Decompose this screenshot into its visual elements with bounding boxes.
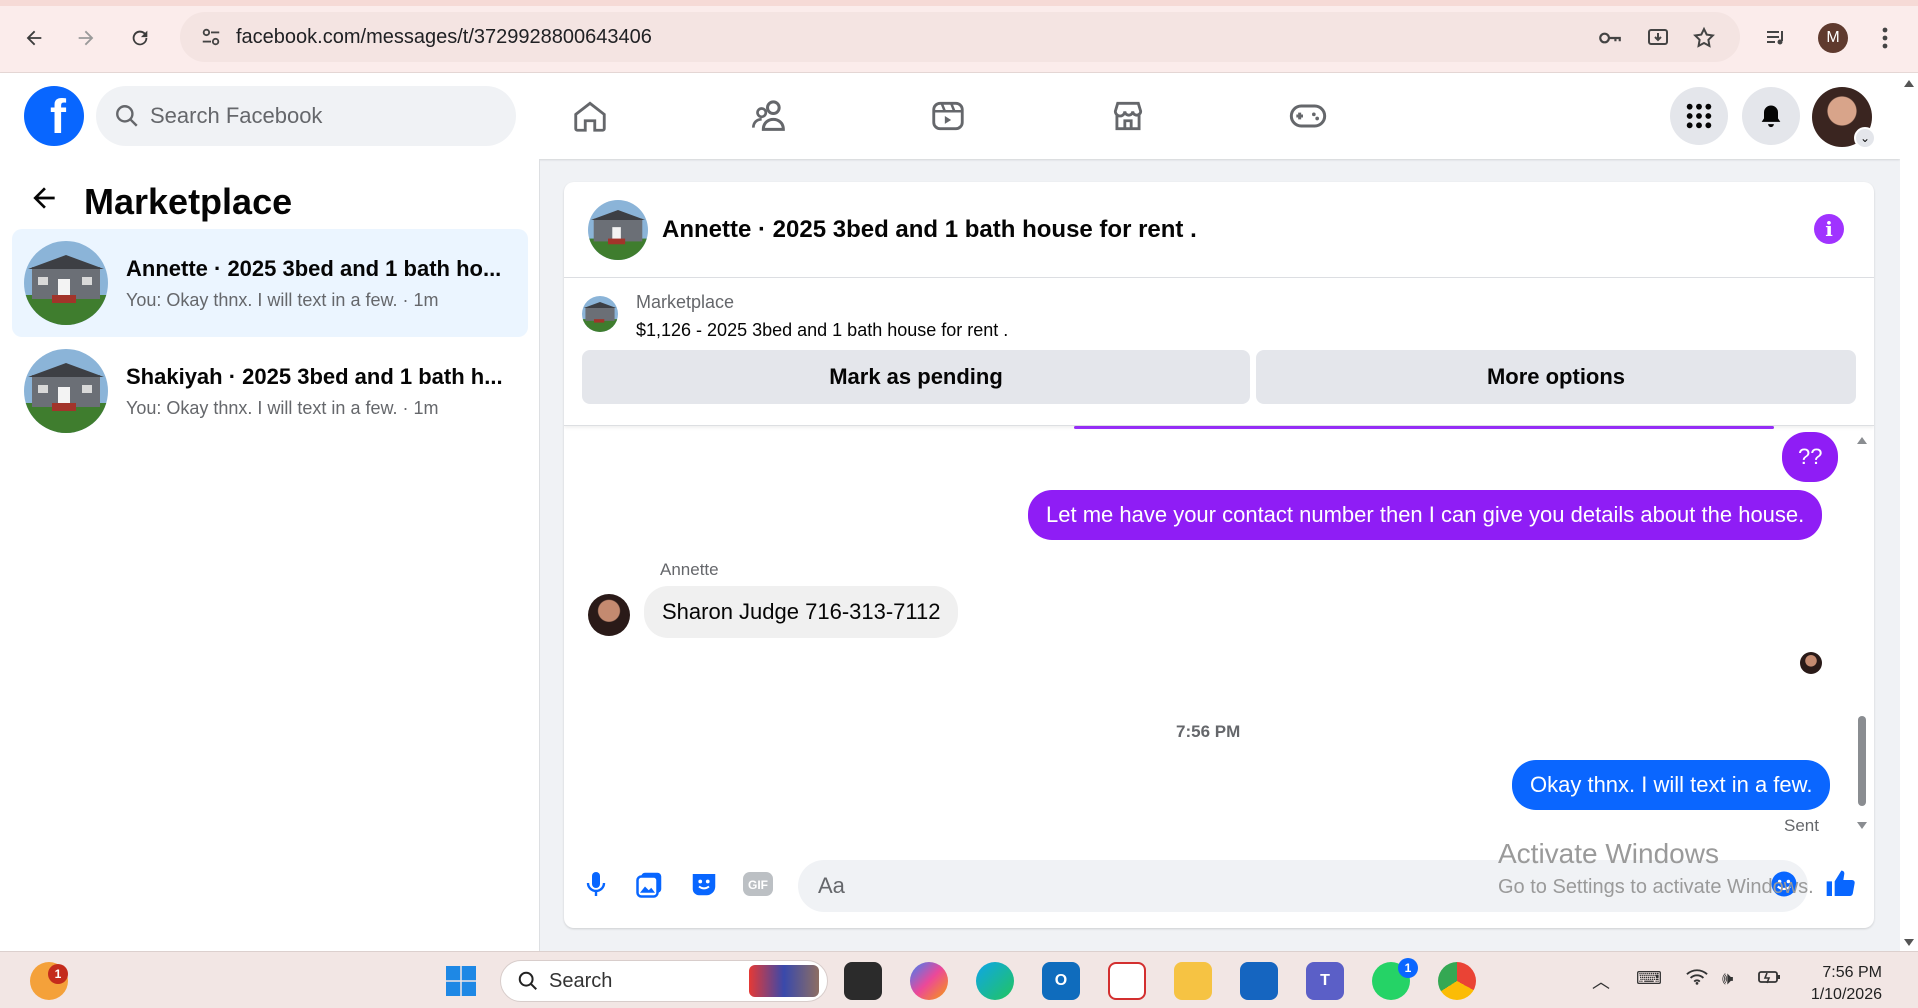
search-icon (116, 105, 138, 127)
page-title: Marketplace (84, 181, 293, 222)
message-thread: ?? Let me have your contact number then … (564, 426, 1874, 846)
reload-icon[interactable] (122, 20, 158, 56)
watermark-subtitle: Go to Settings to activate Windows. (1498, 876, 1814, 898)
password-key-icon[interactable] (1592, 20, 1628, 56)
facebook-search[interactable] (96, 86, 516, 146)
outgoing-message: Okay thnx. I will text in a few. (1512, 760, 1831, 810)
install-app-icon[interactable] (1640, 20, 1676, 56)
watermark-title: Activate Windows (1498, 838, 1719, 869)
chat-header: Annette · 2025 3bed and 1 bath house for… (564, 182, 1874, 278)
outgoing-message: Let me have your contact number then I c… (1028, 490, 1823, 540)
listing-price-title[interactable]: $1,126 - 2025 3bed and 1 bath house for … (636, 320, 1008, 341)
whatsapp-badge: 1 (1398, 958, 1418, 978)
facebook-header: f ⌄ (0, 73, 1900, 159)
mark-as-pending-button[interactable]: Mark as pending (582, 350, 1250, 404)
listing-thumbnail[interactable] (588, 199, 648, 260)
gaming-icon[interactable] (1278, 91, 1338, 141)
browser-profile-avatar[interactable]: M (1818, 23, 1848, 53)
facebook-logo-icon[interactable]: f (24, 86, 84, 146)
photo-icon[interactable] (632, 866, 668, 902)
like-thumb-icon[interactable] (1822, 866, 1858, 902)
info-icon[interactable]: i (1814, 214, 1844, 244)
activate-windows-watermark: Activate Windows Go to Settings to activ… (1498, 838, 1814, 899)
keyboard-icon[interactable]: ⌨ (1636, 968, 1662, 989)
conversation-item[interactable]: Annette · 2025 3bed and 1 bath ho... You… (12, 229, 528, 337)
volume-icon[interactable]: 🕪 (1722, 968, 1733, 989)
listing-banner: Marketplace $1,126 - 2025 3bed and 1 bat… (564, 278, 1874, 426)
site-settings-icon[interactable] (196, 22, 226, 52)
media-controls-icon[interactable] (1758, 20, 1794, 56)
copilot-icon[interactable] (910, 962, 948, 1000)
microsoft-store-icon[interactable] (1240, 962, 1278, 1000)
tab-strip-edge (0, 0, 1918, 6)
sticker-icon[interactable] (686, 866, 722, 902)
sender-name: Annette (660, 560, 719, 579)
message-status: Sent (1784, 816, 1819, 835)
inbox-header: Marketplace (28, 181, 292, 223)
incoming-message: Sharon Judge 716-313-7112 (644, 586, 959, 638)
listing-thumbnail (582, 296, 618, 332)
outgoing-message: ?? (1782, 432, 1839, 482)
gif-icon[interactable]: GIF (740, 866, 776, 902)
conversation-title: Annette · 2025 3bed and 1 bath ho... (126, 255, 502, 281)
conversation-title: Shakiyah · 2025 3bed and 1 bath h... (126, 363, 503, 389)
menu-grid-icon[interactable] (1670, 87, 1728, 145)
marketplace-inbox: Marketplace Annette · 2025 3bed and 1 ba… (0, 159, 540, 951)
chrome-icon[interactable] (1438, 962, 1476, 1000)
browser-menu-icon[interactable] (1870, 20, 1900, 56)
browser-toolbar: facebook.com/messages/t/3729928800643406… (0, 0, 1918, 73)
contact-avatar[interactable] (588, 594, 630, 636)
account-avatar[interactable]: ⌄ (1812, 87, 1876, 149)
chat-title[interactable]: Annette · 2025 3bed and 1 bath house for… (662, 216, 1197, 244)
conversation-item[interactable]: Shakiyah · 2025 3bed and 1 bath h... You… (12, 337, 528, 445)
search-highlight-icon (749, 965, 819, 997)
windows-taskbar: 1 Search O T 1 ︿ ⌨ 🕪 7:56 PM 1/10/2026 (0, 951, 1918, 1008)
outlook-icon[interactable]: O (1042, 962, 1080, 1000)
url-text: facebook.com/messages/t/3729928800643406 (236, 25, 652, 48)
snipping-tool-icon[interactable] (1108, 962, 1146, 1000)
forward-arrow-icon[interactable] (68, 20, 104, 56)
scrollbar-thumb[interactable] (1858, 716, 1866, 806)
search-icon (518, 971, 537, 990)
video-icon[interactable] (918, 91, 978, 141)
message-bubble-edge (1074, 426, 1774, 429)
edge-browser-icon[interactable] (976, 962, 1014, 1000)
task-view-icon[interactable] (844, 962, 882, 1000)
system-clock[interactable]: 7:56 PM 1/10/2026 (1811, 962, 1882, 1006)
home-icon[interactable] (560, 91, 620, 141)
listing-thumbnail (24, 241, 108, 325)
bookmark-star-icon[interactable] (1686, 20, 1722, 56)
more-options-button[interactable]: More options (1256, 350, 1856, 404)
windows-start-icon[interactable] (442, 962, 480, 1000)
read-receipt-avatar (1800, 652, 1822, 674)
chevron-up-icon[interactable]: ︿ (1592, 968, 1610, 994)
back-arrow-icon[interactable] (16, 20, 52, 56)
taskbar-search[interactable]: Search (500, 960, 828, 1002)
message-timestamp: 7:56 PM (1176, 722, 1241, 741)
page-scrollbar[interactable] (1900, 73, 1918, 951)
svg-text:GIF: GIF (748, 878, 768, 892)
conversation-preview: You: Okay thnx. I will text in a few. · … (126, 397, 439, 418)
taskbar-search-label: Search (549, 969, 613, 992)
back-arrow-icon[interactable] (28, 182, 68, 223)
conversation-preview: You: Okay thnx. I will text in a few. · … (126, 289, 439, 310)
file-explorer-icon[interactable] (1174, 962, 1212, 1000)
listing-thumbnail (24, 349, 108, 433)
chevron-down-icon[interactable]: ⌄ (1854, 127, 1876, 149)
marketplace-icon[interactable] (1098, 91, 1158, 141)
listing-category: Marketplace (636, 292, 735, 312)
wifi-icon[interactable] (1686, 968, 1708, 991)
clock-time: 7:56 PM (1822, 964, 1882, 981)
notification-badge: 1 (48, 964, 68, 984)
clock-date: 1/10/2026 (1810, 986, 1882, 1003)
battery-icon[interactable] (1758, 968, 1782, 991)
teams-icon[interactable]: T (1306, 962, 1344, 1000)
chat-window: Annette · 2025 3bed and 1 bath house for… (564, 182, 1874, 928)
notifications-bell-icon[interactable] (1742, 87, 1800, 145)
search-input[interactable] (150, 103, 490, 129)
address-bar[interactable]: facebook.com/messages/t/3729928800643406 (180, 12, 1740, 62)
friends-icon[interactable] (740, 91, 800, 141)
microphone-icon[interactable] (578, 866, 614, 902)
